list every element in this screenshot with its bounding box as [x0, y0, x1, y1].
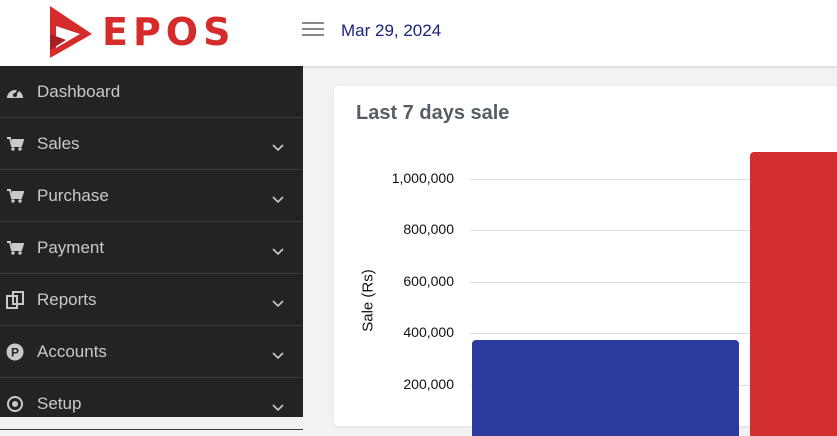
- sidebar-item-label: Payment: [37, 237, 105, 257]
- sidebar-item-dashboard[interactable]: Dashboard: [0, 66, 303, 118]
- cart-icon: [5, 238, 25, 258]
- sidebar-item-purchase[interactable]: Purchase: [0, 170, 303, 222]
- sidebar: Dashboard Sales Purchase Payment Reports…: [0, 66, 303, 430]
- current-date: Mar 29, 2024: [341, 21, 442, 40]
- chevron-down-icon: [272, 137, 284, 157]
- chart-bar[interactable]: [750, 152, 837, 436]
- chevron-down-icon: [272, 241, 284, 261]
- y-tick-label: 400,000: [403, 324, 454, 341]
- y-tick-label: 600,000: [403, 272, 454, 289]
- brand-logo[interactable]: EPOS: [46, 4, 235, 60]
- sidebar-item-sales[interactable]: Sales: [0, 118, 303, 170]
- sidebar-item-accounts[interactable]: P Accounts: [0, 326, 303, 378]
- sidebar-item-label: Purchase: [37, 185, 109, 205]
- copy-icon: [5, 290, 25, 310]
- sidebar-item-setup[interactable]: Setup: [0, 378, 303, 430]
- chart-bar[interactable]: [472, 339, 739, 436]
- sidebar-item-label: Reports: [37, 289, 97, 309]
- y-tick-label: 200,000: [403, 375, 454, 392]
- top-bar: EPOS Mar 29, 2024: [0, 0, 837, 66]
- sidebar-item-reports[interactable]: Reports: [0, 274, 303, 326]
- cart-icon: [5, 134, 25, 154]
- sidebar-item-label: Sales: [37, 133, 80, 153]
- menu-toggle-icon[interactable]: [302, 22, 324, 38]
- brand-name: EPOS: [102, 10, 236, 54]
- cart-icon: [5, 186, 25, 206]
- svg-text:P: P: [11, 345, 19, 359]
- chevron-down-icon: [272, 397, 284, 417]
- chevron-down-icon: [272, 189, 284, 209]
- y-tick-label: 1,000,000: [391, 170, 454, 186]
- chevron-down-icon: [272, 293, 284, 313]
- dot-circle-icon: [5, 394, 25, 414]
- y-tick-label: 800,000: [403, 221, 454, 238]
- dashboard-icon: [5, 82, 25, 102]
- sidebar-item-label: Setup: [37, 393, 82, 413]
- sidebar-item-label: Dashboard: [37, 81, 121, 101]
- chevron-down-icon: [272, 345, 284, 365]
- sidebar-item-label: Accounts: [37, 341, 107, 361]
- y-axis-ticks: 200,000 400,000 600,000 800,000 1,000,000: [374, 86, 454, 426]
- p-circle-icon: P: [5, 342, 25, 362]
- sales-chart-card: Last 7 days sale Sale (Rs) 200,000 400,00…: [334, 86, 837, 436]
- logo-mark-icon: [50, 6, 92, 58]
- sidebar-item-payment[interactable]: Payment: [0, 222, 303, 274]
